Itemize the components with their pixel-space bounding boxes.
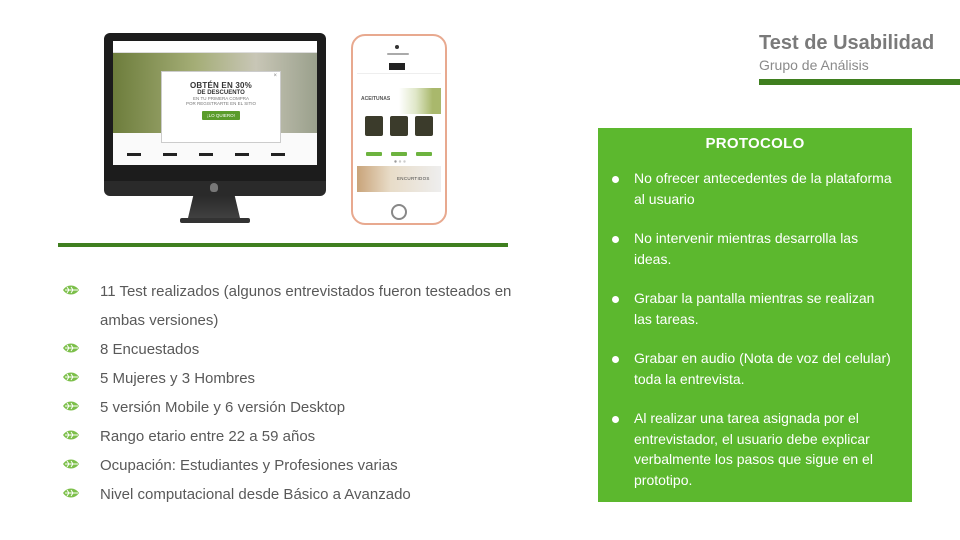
dot-icon: [612, 236, 619, 243]
product-image: [365, 116, 383, 136]
product-image: [415, 116, 433, 136]
list-item: Ocupación: Estudiantes y Profesiones var…: [60, 451, 540, 480]
olives-section-label: ACEITUNAS: [361, 96, 391, 102]
protocol-title: PROTOCOLO: [705, 135, 805, 152]
pickles-section-label: ENCURTIDOS: [397, 176, 430, 181]
list-item-text: 5 Mujeres y 3 Hombres: [100, 370, 256, 387]
phone-camera: [395, 45, 399, 49]
list-item: 5 Mujeres y 3 Hombres: [60, 364, 540, 393]
leaf-icon: [63, 372, 79, 382]
carousel-dots-icon: [394, 160, 406, 163]
product-button: [366, 152, 382, 156]
imac-base: [180, 218, 250, 223]
product-image: [390, 116, 408, 136]
dot-icon: [612, 356, 619, 363]
modal-cta-button: ¡LO QUIERO!: [202, 111, 240, 120]
home-button-icon: [391, 204, 407, 220]
close-icon: ×: [273, 73, 277, 79]
dot-icon: [612, 296, 619, 303]
list-item-text: Nivel computacional desde Básico a Avanz…: [100, 486, 411, 503]
protocol-item: No ofrecer antecedentes de la plataforma…: [610, 168, 894, 209]
list-item-text: Rango etario entre 22 a 59 años: [100, 428, 316, 445]
pickles-banner: ENCURTIDOS: [357, 166, 441, 192]
leaf-icon: [63, 401, 79, 411]
protocol-list: No ofrecer antecedentes de la plataforma…: [598, 168, 912, 490]
olives-banner: ACEITUNAS: [357, 88, 441, 114]
leaf-icon: [63, 459, 79, 469]
header-underline: [759, 79, 960, 85]
imac-stand: [188, 196, 240, 218]
protocol-item: No intervenir mientras desarrolla las id…: [610, 228, 894, 269]
list-item-text: Ocupación: Estudiantes y Profesiones var…: [100, 457, 398, 474]
website-navbar: [113, 41, 317, 53]
slide-title: Test de Usabilidad: [759, 32, 935, 54]
leaf-icon: [63, 285, 79, 295]
desktop-mockup: × OBTÉN EN 30% DE DESCUENTO EN TU PRIMER…: [104, 33, 326, 225]
protocol-item: Al realizar una tarea asignada por el en…: [610, 408, 894, 490]
modal-text-2: POR REGISTRARTE EN EL SITIO: [185, 101, 256, 106]
protocol-panel: PROTOCOLO No ofrecer antecedentes de la …: [598, 128, 912, 502]
protocol-item-text: Grabar en audio (Nota de voz del celular…: [634, 350, 891, 387]
list-item: 11 Test realizados (algunos entrevistado…: [60, 277, 540, 335]
product-button: [391, 152, 407, 156]
mobile-website-screenshot: ACEITUNAS ENCURTIDOS: [357, 60, 441, 200]
list-item-text: 8 Encuestados: [100, 341, 200, 358]
dot-icon: [612, 176, 619, 183]
protocol-item-text: No intervenir mientras desarrolla las id…: [634, 230, 859, 267]
desktop-website-screenshot: × OBTÉN EN 30% DE DESCUENTO EN TU PRIMER…: [113, 41, 317, 165]
mobile-mockup: ACEITUNAS ENCURTIDOS: [351, 34, 447, 225]
modal-headline: OBTÉN EN 30%: [190, 81, 252, 90]
list-item-text: 5 versión Mobile y 6 versión Desktop: [100, 399, 346, 416]
discount-modal: × OBTÉN EN 30% DE DESCUENTO EN TU PRIMER…: [161, 71, 281, 143]
section-divider: [58, 243, 508, 247]
apple-logo-icon: [210, 183, 218, 192]
list-item: Rango etario entre 22 a 59 años: [60, 422, 540, 451]
list-item: 5 versión Mobile y 6 versión Desktop: [60, 393, 540, 422]
leaf-icon: [63, 488, 79, 498]
leaf-icon: [63, 430, 79, 440]
protocol-item: Grabar la pantalla mientras se realizan …: [610, 288, 894, 329]
phone-speaker: [387, 53, 409, 55]
product-button: [416, 152, 432, 156]
test-summary-list: 11 Test realizados (algunos entrevistado…: [60, 277, 540, 509]
leaf-icon: [63, 343, 79, 353]
list-item-text: 11 Test realizados (algunos entrevistado…: [100, 283, 512, 329]
list-item: Nivel computacional desde Básico a Avanz…: [60, 480, 540, 509]
protocol-item: Grabar en audio (Nota de voz del celular…: [610, 348, 894, 389]
list-item: 8 Encuestados: [60, 335, 540, 364]
dot-icon: [612, 416, 619, 423]
slide-subtitle: Grupo de Análisis: [759, 57, 869, 73]
protocol-item-text: No ofrecer antecedentes de la plataforma…: [634, 170, 892, 207]
protocol-item-text: Al realizar una tarea asignada por el en…: [634, 410, 873, 488]
mobile-logo: [389, 63, 405, 70]
protocol-item-text: Grabar la pantalla mientras se realizan …: [634, 290, 875, 327]
